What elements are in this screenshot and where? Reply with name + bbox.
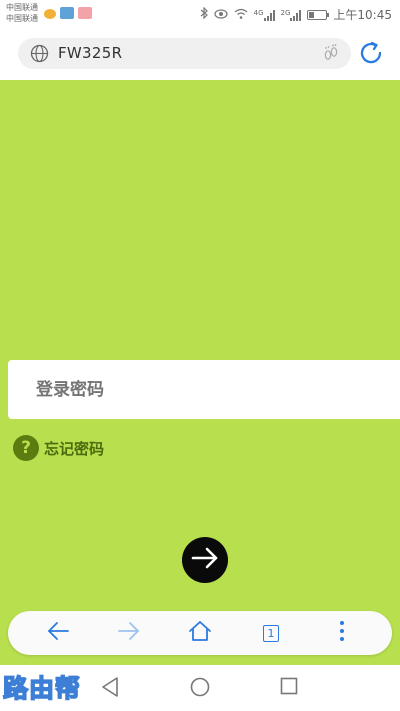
login-submit-button[interactable] <box>182 537 228 583</box>
carrier-label-2: 中国联通 <box>6 14 38 23</box>
phone-screen: 中国联通 中国联通 4G 2G 上午10:45 FW325R ? 忘记密码 1 … <box>0 0 400 711</box>
footprint-icon[interactable] <box>321 43 341 67</box>
system-nav-bar: 路由帮 <box>0 665 400 711</box>
battery-level <box>309 11 315 18</box>
app-notification-icon <box>78 7 92 19</box>
menu-button[interactable] <box>327 619 357 647</box>
carrier-info: 中国联通 中国联通 <box>6 2 38 24</box>
carrier-label-1: 中国联通 <box>6 3 38 12</box>
forward-button[interactable] <box>114 619 144 647</box>
tabs-button[interactable]: 1 <box>256 619 286 647</box>
address-area: FW325R <box>0 30 400 80</box>
reload-icon[interactable] <box>358 40 384 70</box>
arrow-right-icon <box>191 547 219 573</box>
battery-icon <box>307 9 330 20</box>
home-icon <box>188 620 212 646</box>
nav-recents-button[interactable] <box>279 676 299 700</box>
eye-icon <box>214 8 228 22</box>
weibo-notification-icon <box>44 9 56 19</box>
forgot-password-label: 忘记密码 <box>44 439 105 458</box>
signal-1: 4G <box>254 9 275 21</box>
network-type-label-1: 4G <box>253 8 264 17</box>
url-text[interactable]: FW325R <box>58 44 122 62</box>
bluetooth-icon <box>200 6 208 22</box>
browser-toolbar: 1 <box>8 611 392 655</box>
password-input[interactable] <box>8 360 400 419</box>
signal-bars-icon <box>263 9 275 21</box>
wifi-icon <box>234 8 248 22</box>
square-recents-icon <box>279 676 299 700</box>
circle-home-icon <box>189 676 211 702</box>
help-icon: ? <box>13 435 39 461</box>
notification-icons <box>44 7 92 19</box>
more-vertical-icon <box>339 620 345 646</box>
back-button[interactable] <box>43 619 73 647</box>
home-button[interactable] <box>185 619 215 647</box>
triangle-back-icon <box>100 676 120 702</box>
globe-icon <box>30 44 49 67</box>
tab-count: 1 <box>263 624 279 642</box>
signal-2: 2G <box>281 9 302 21</box>
network-type-label-2: 2G <box>280 8 291 17</box>
signal-bars-icon <box>290 9 302 21</box>
watermark-logo: 路由帮 <box>2 673 82 704</box>
status-time: 上午10:45 <box>333 8 392 22</box>
status-bar: 中国联通 中国联通 4G 2G 上午10:45 <box>0 0 400 30</box>
status-right: 4G 2G 上午10:45 <box>200 6 392 23</box>
router-login-page: ? 忘记密码 <box>0 80 400 665</box>
arrow-left-icon <box>46 621 70 645</box>
arrow-right-icon <box>117 621 141 645</box>
nav-back-button[interactable] <box>100 676 120 702</box>
forgot-password-link[interactable]: ? 忘记密码 <box>13 435 104 461</box>
url-bar[interactable]: FW325R <box>18 38 351 69</box>
news-notification-icon <box>60 7 74 19</box>
nav-home-button[interactable] <box>189 676 211 702</box>
